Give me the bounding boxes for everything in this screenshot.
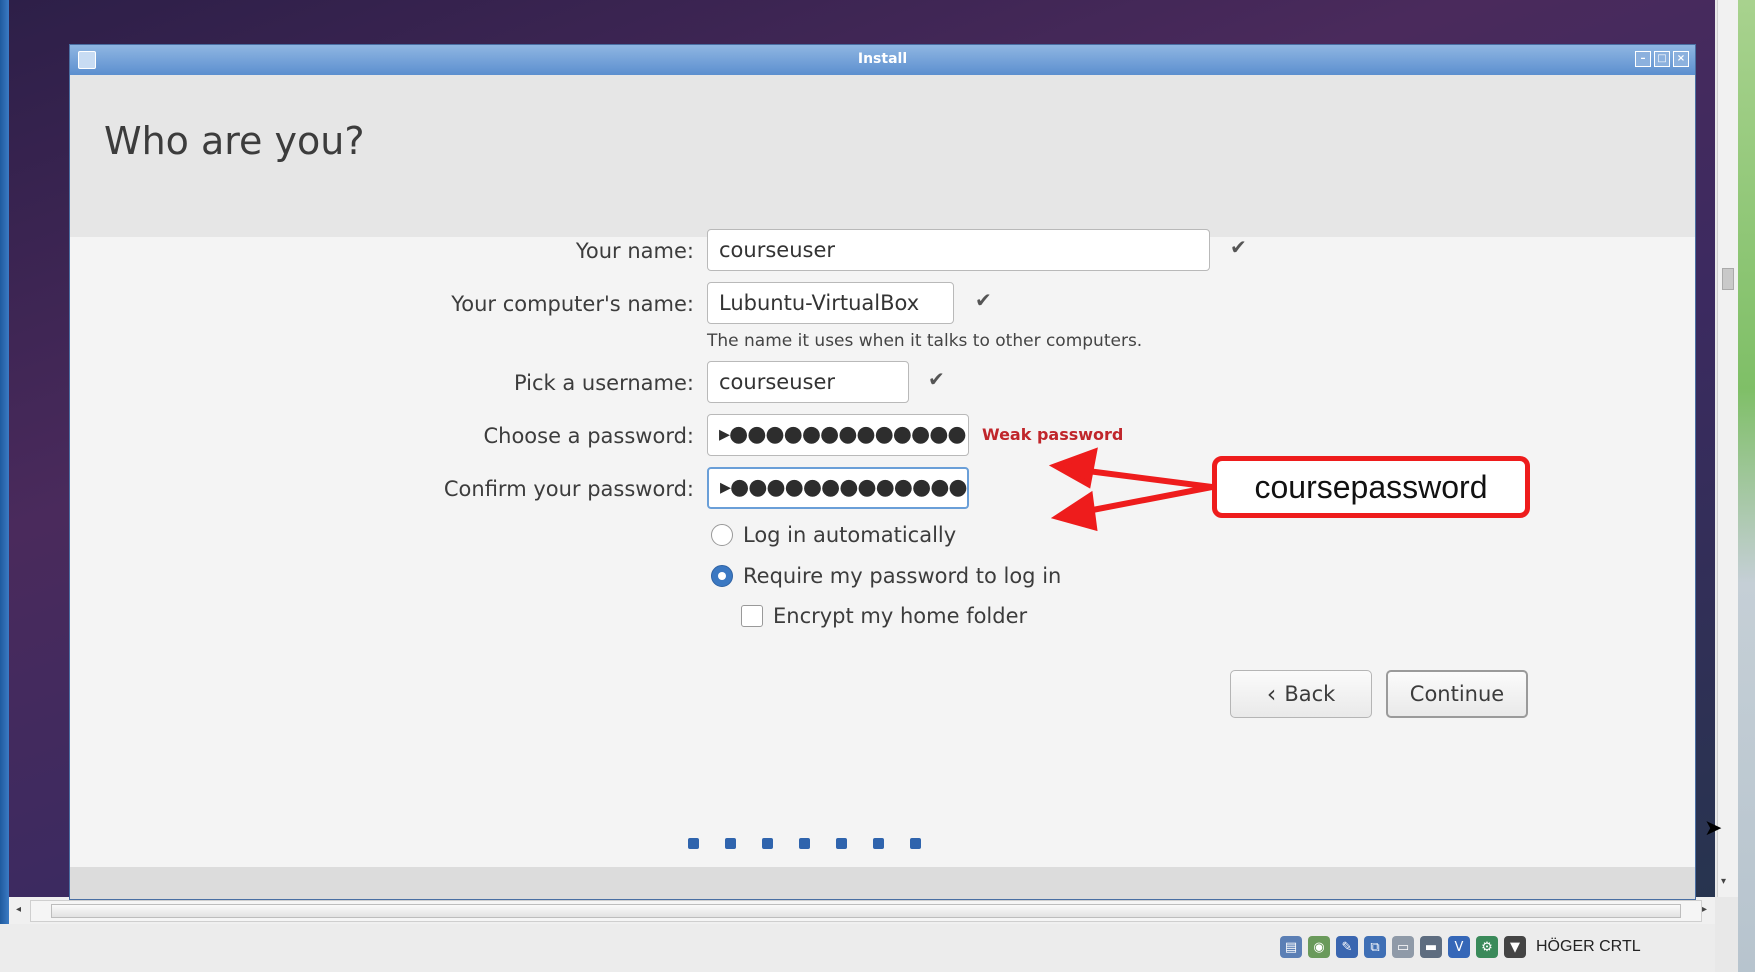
installer-footer (70, 867, 1695, 899)
progress-step-dot (873, 838, 884, 849)
progress-step-dot (725, 838, 736, 849)
horizontal-scrollbar[interactable] (30, 900, 1702, 922)
encrypt-home-option[interactable]: Encrypt my home folder (741, 604, 1027, 628)
your-name-valid-check-icon: ✔ (1230, 235, 1247, 259)
host-window-edge (0, 0, 9, 972)
chevron-left-icon: ‹ (1266, 680, 1277, 708)
pencil-icon[interactable]: ✎ (1336, 936, 1358, 958)
optical-drive-icon[interactable]: ◉ (1308, 936, 1330, 958)
vertical-scrollbar[interactable]: ▾ (1717, 0, 1738, 897)
login-automatically-option[interactable]: Log in automatically (711, 523, 956, 547)
back-button-label: Back (1284, 682, 1336, 706)
username-valid-check-icon: ✔ (928, 367, 945, 391)
scroll-down-arrow-icon[interactable]: ▾ (1721, 876, 1726, 887)
mouse-cursor-icon: ➤ (1704, 816, 1723, 841)
progress-step-dot (688, 838, 699, 849)
computer-name-valid-check-icon: ✔ (975, 288, 992, 312)
close-icon[interactable]: × (1673, 51, 1689, 67)
progress-step-dot (910, 838, 921, 849)
confirm-password-input[interactable]: ▸●●●●●●●●●●●●● (707, 467, 969, 509)
username-label: Pick a username: (513, 371, 694, 395)
network-icon[interactable]: ⧉ (1364, 936, 1386, 958)
progress-step-dot (799, 838, 810, 849)
vertical-scrollbar-thumb[interactable] (1722, 268, 1734, 290)
password-strength-label: Weak password (982, 425, 1124, 444)
keyboard-capture-icon[interactable]: ▼ (1504, 936, 1526, 958)
progress-step-dot (762, 838, 773, 849)
annotation-callout: coursepassword (1212, 456, 1530, 518)
progress-step-dot (836, 838, 847, 849)
computer-name-input[interactable]: Lubuntu-VirtualBox (707, 282, 954, 324)
username-input[interactable]: courseuser (707, 361, 909, 403)
shared-folder-icon[interactable]: ▬ (1420, 936, 1442, 958)
window-title: Install (857, 51, 908, 67)
minimize-icon[interactable]: – (1635, 51, 1651, 67)
window-controls: – □ × (1635, 51, 1689, 67)
window-titlebar[interactable]: Install – □ × (70, 45, 1695, 75)
computer-name-label: Your computer's name: (451, 292, 694, 316)
require-password-radio[interactable] (711, 565, 733, 587)
your-name-input[interactable]: courseuser (707, 229, 1210, 271)
scroll-left-arrow-icon[interactable]: ◂ (16, 904, 21, 915)
require-password-label: Require my password to log in (743, 564, 1062, 588)
confirm-password-label: Confirm your password: (443, 477, 694, 501)
video-capture-icon[interactable]: V (1448, 936, 1470, 958)
continue-button-label: Continue (1409, 682, 1505, 706)
login-automatically-radio[interactable] (711, 524, 733, 546)
computer-name-helper-text: The name it uses when it talks to other … (707, 331, 1143, 351)
usb-icon[interactable]: ▭ (1392, 936, 1414, 958)
continue-button[interactable]: Continue (1386, 670, 1528, 718)
virtualization-icon[interactable]: ⚙ (1476, 936, 1498, 958)
horizontal-scrollbar-thumb[interactable] (51, 904, 1681, 918)
hard-disk-icon[interactable]: ▤ (1280, 936, 1302, 958)
host-desktop-strip (1738, 0, 1755, 972)
page-title: Who are you? (104, 119, 365, 163)
host-key-label: HÖGER CRTL (1536, 938, 1641, 955)
password-label: Choose a password: (483, 424, 694, 448)
virtualbox-status-icons: ▤ ◉ ✎ ⧉ ▭ ▬ V ⚙ ▼ HÖGER CRTL (1280, 936, 1641, 958)
password-input[interactable]: ▸●●●●●●●●●●●●● (707, 414, 969, 456)
your-name-label: Your name: (575, 239, 694, 263)
install-progress-dots (688, 838, 921, 849)
encrypt-home-checkbox[interactable] (741, 605, 763, 627)
login-automatically-label: Log in automatically (743, 523, 957, 547)
back-button[interactable]: ‹ Back (1230, 670, 1372, 718)
maximize-icon[interactable]: □ (1654, 51, 1670, 67)
scroll-right-arrow-icon[interactable]: ▸ (1702, 904, 1707, 915)
require-password-option[interactable]: Require my password to log in (711, 564, 1061, 588)
encrypt-home-label: Encrypt my home folder (773, 604, 1028, 628)
